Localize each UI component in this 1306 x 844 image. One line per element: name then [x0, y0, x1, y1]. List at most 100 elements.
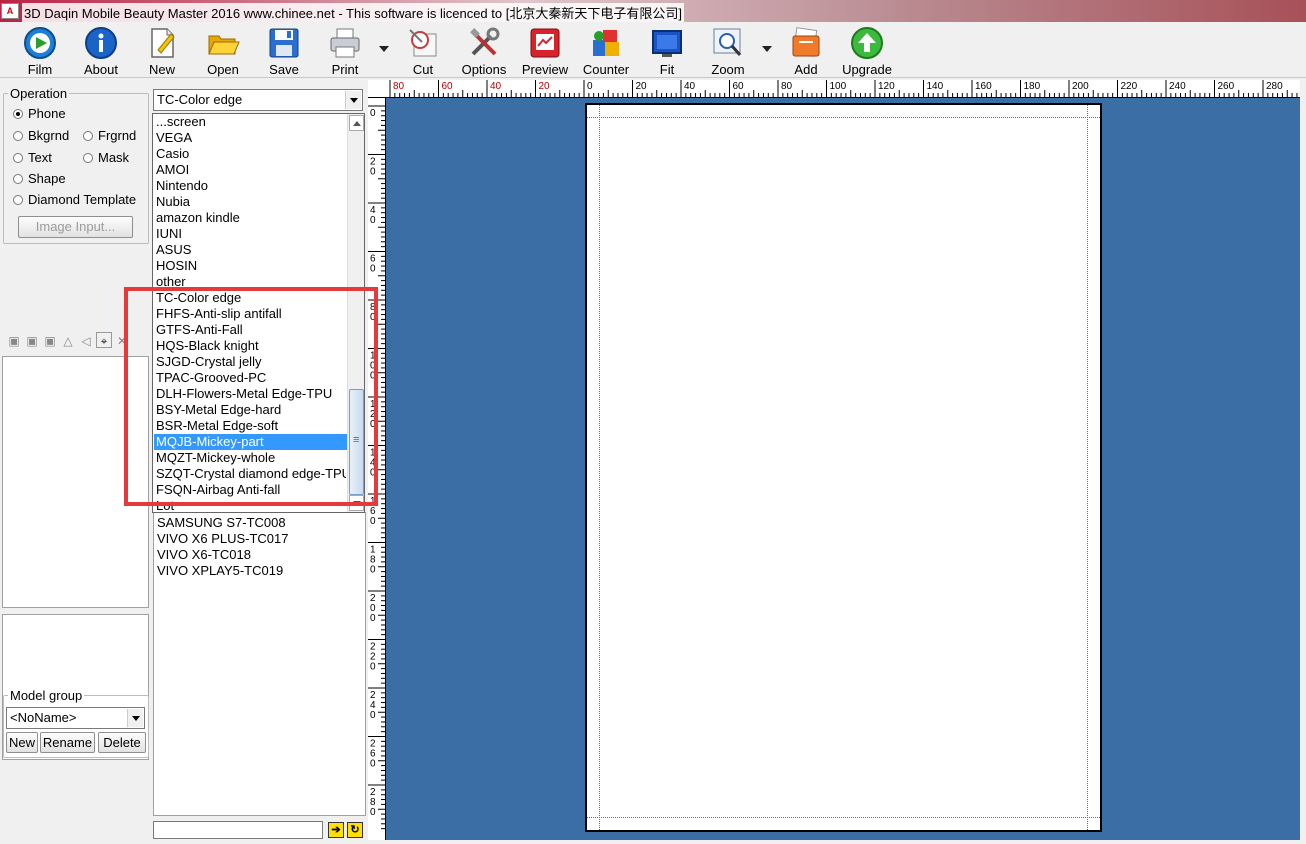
radio-frgrnd[interactable]: Frgrnd	[83, 128, 136, 143]
new-document-icon	[151, 28, 175, 58]
brand-dropdown-list[interactable]: ...screen VEGA Casio AMOI Nintendo Nubia amazo…	[152, 113, 365, 513]
dropdown-item[interactable]: AMOI	[156, 162, 346, 178]
layer-list[interactable]	[2, 356, 149, 608]
preview-icon	[530, 28, 560, 58]
dropdown-item[interactable]: DLH-Flowers-Metal Edge-TPU	[156, 386, 346, 402]
brand-select[interactable]: TC-Color edge	[153, 89, 363, 111]
dropdown-scrollbar[interactable]	[347, 114, 364, 512]
dropdown-item[interactable]: FSQN-Airbag Anti-fall	[156, 482, 346, 498]
dropdown-item[interactable]: other	[156, 274, 346, 290]
options-button[interactable]: Options	[457, 24, 511, 77]
add-button[interactable]: Add	[779, 24, 833, 77]
flip-horizontal-icon[interactable]: ◁	[78, 333, 94, 349]
cut-button[interactable]: Cut	[396, 24, 450, 77]
list-item[interactable]: VIVO X6 PLUS-TC017	[157, 531, 289, 547]
dropdown-item[interactable]: BSY-Metal Edge-hard	[156, 402, 346, 418]
radio-unchecked-icon	[13, 153, 23, 163]
dropdown-item[interactable]: MQJB-Mickey-part	[154, 434, 348, 450]
dropdown-item[interactable]: GTFS-Anti-Fall	[156, 322, 346, 338]
radio-diamond-template[interactable]: Diamond Template	[13, 192, 136, 207]
dropdown-item[interactable]: TC-Color edge	[156, 290, 346, 306]
film-button[interactable]: Film	[13, 24, 67, 77]
bring-forward-icon[interactable]: ▣	[24, 333, 40, 349]
print-dropdown-arrow-icon[interactable]	[379, 46, 389, 52]
dropdown-item[interactable]: TPAC-Grooved-PC	[156, 370, 346, 386]
ruler-label: 140	[927, 81, 944, 92]
dropdown-item[interactable]: HQS-Black knight	[156, 338, 346, 354]
zoom-button[interactable]: Zoom	[701, 24, 755, 77]
counter-button[interactable]: Counter	[579, 24, 633, 77]
model-group-new-button[interactable]: New	[6, 732, 38, 753]
flip-vertical-icon[interactable]: △	[60, 333, 76, 349]
radio-text[interactable]: Text	[13, 150, 52, 165]
app-logo-icon: A	[1, 3, 19, 19]
ruler-label: 60	[733, 81, 745, 92]
send-backward-icon[interactable]: ▣	[42, 333, 58, 349]
model-group-select[interactable]: <NoName>	[6, 707, 145, 729]
list-item[interactable]: VIVO X6-TC018	[157, 547, 251, 563]
dropdown-item[interactable]: Casio	[156, 146, 346, 162]
radio-mask[interactable]: Mask	[83, 150, 129, 165]
chevron-down-icon	[127, 709, 143, 727]
ruler-label: 40	[490, 81, 502, 92]
ruler-label: 0	[370, 468, 376, 479]
guide-line	[587, 117, 1100, 118]
dropdown-item[interactable]: SJGD-Crystal jelly	[156, 354, 346, 370]
scroll-down-icon[interactable]	[349, 495, 364, 511]
scroll-thumb[interactable]	[349, 389, 364, 495]
refresh-icon[interactable]: ↻	[347, 822, 363, 838]
dropdown-item[interactable]: MQZT-Mickey-whole	[156, 450, 346, 466]
scroll-up-icon[interactable]	[349, 115, 364, 131]
preview-button[interactable]: Preview	[518, 24, 572, 77]
ruler-label: 120	[878, 81, 895, 92]
upgrade-button[interactable]: Upgrade	[840, 24, 894, 77]
dropdown-item[interactable]: Nintendo	[156, 178, 346, 194]
arrow-right-icon[interactable]: ➔	[328, 822, 344, 838]
model-group-delete-button[interactable]: Delete	[98, 732, 146, 753]
dropdown-item[interactable]: FHFS-Anti-slip antifall	[156, 306, 346, 322]
dropdown-item[interactable]: BSR-Metal Edge-soft	[156, 418, 346, 434]
radio-bkgrnd[interactable]: Bkgrnd	[13, 128, 69, 143]
list-item[interactable]: VIVO XPLAY5-TC019	[157, 563, 283, 579]
model-search-input[interactable]	[153, 821, 323, 839]
ruler-label: 0	[370, 807, 376, 818]
radio-phone[interactable]: Phone	[13, 106, 66, 121]
fit-screen-icon	[652, 30, 682, 57]
horizontal-ruler: 80 60 40 20 0 20 40 60 80 100 120 140 160 180 200 220 24…	[368, 80, 1300, 98]
radio-unchecked-icon	[83, 153, 93, 163]
phone-case-template[interactable]	[585, 103, 1102, 832]
zoom-dropdown-arrow-icon[interactable]	[762, 46, 772, 52]
radio-shape[interactable]: Shape	[13, 171, 66, 186]
open-button[interactable]: Open	[196, 24, 250, 77]
model-group-rename-button[interactable]: Rename	[40, 732, 95, 753]
dropdown-item[interactable]: ...screen	[156, 114, 346, 130]
print-button[interactable]: Print	[318, 24, 372, 77]
dropdown-item[interactable]: HOSIN	[156, 258, 346, 274]
delete-layer-icon[interactable]: ✕	[114, 333, 130, 349]
model-list[interactable]: SAMSUNG S7-TC008 VIVO X6 PLUS-TC017 VIVO…	[153, 512, 366, 816]
dropdown-item[interactable]: amazon kindle	[156, 210, 346, 226]
ruler-label: 0	[370, 312, 376, 323]
dropdown-item[interactable]: Nubia	[156, 194, 346, 210]
dropdown-item[interactable]: VEGA	[156, 130, 346, 146]
new-button[interactable]: New	[135, 24, 189, 77]
radio-unchecked-icon	[83, 131, 93, 141]
fit-button[interactable]: Fit	[640, 24, 694, 77]
ruler-label: 0	[370, 108, 376, 119]
pin-icon[interactable]: ⌖	[96, 332, 112, 348]
save-button[interactable]: Save	[257, 24, 311, 77]
about-button[interactable]: About	[74, 24, 128, 77]
list-item[interactable]: SAMSUNG S7-TC008	[157, 515, 286, 531]
film-icon	[24, 27, 56, 59]
image-input-button[interactable]: Image Input...	[18, 216, 133, 238]
ruler-label: 240	[1169, 81, 1186, 92]
window-title: 3D Daqin Mobile Beauty Master 2016 www.c…	[22, 3, 684, 22]
dropdown-item[interactable]: SZQT-Crystal diamond edge-TPU	[156, 466, 346, 482]
radio-checked-icon	[13, 109, 23, 119]
dropdown-item[interactable]: Lot	[156, 498, 346, 512]
dropdown-item[interactable]: ASUS	[156, 242, 346, 258]
tools-icon	[470, 27, 500, 56]
bring-front-icon[interactable]: ▣	[6, 333, 22, 349]
ruler-label: 0	[587, 81, 593, 92]
dropdown-item[interactable]: IUNI	[156, 226, 346, 242]
